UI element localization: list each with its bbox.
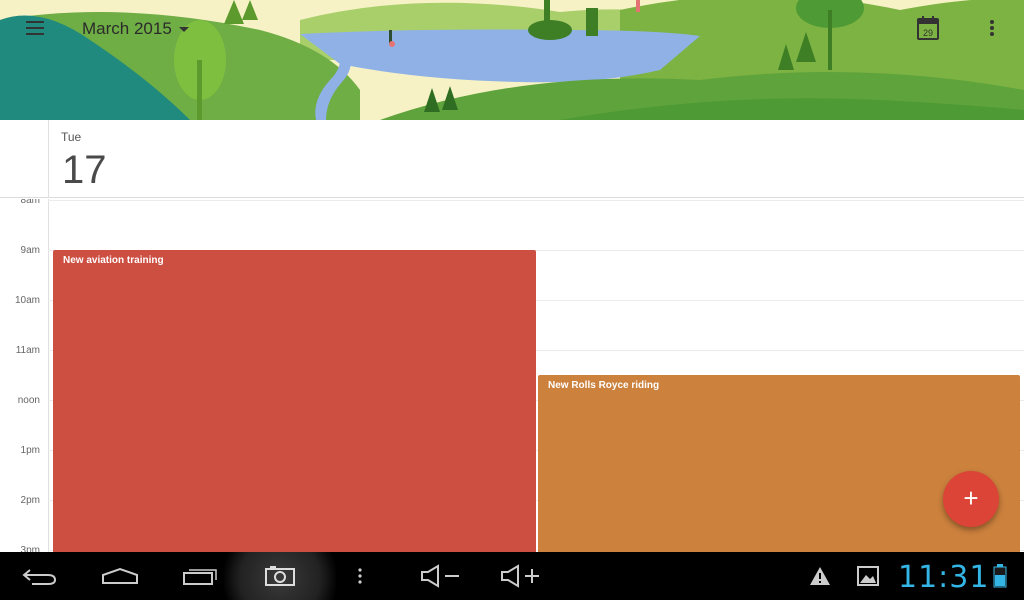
home-button[interactable] [98, 552, 142, 600]
event-rolls-royce-riding[interactable]: New Rolls Royce riding [538, 375, 1020, 552]
event-aviation-training[interactable]: New aviation training [53, 250, 536, 552]
plus-icon: + [963, 483, 979, 513]
system-navigation-bar: 11:31 [0, 552, 1024, 600]
clock[interactable]: 11:31 [898, 560, 989, 595]
hour-label: 9am [20, 245, 40, 256]
hour-label: 3pm [20, 545, 40, 552]
warning-icon [810, 567, 830, 585]
back-button[interactable] [18, 552, 62, 600]
volume-up-icon [501, 564, 539, 588]
today-date: 29 [923, 28, 933, 38]
day-time-grid[interactable]: 8am 9am 10am 11am noon 1pm 2pm 3pm New a… [0, 199, 1024, 552]
day-number[interactable]: 17 [62, 148, 107, 193]
volume-down-button[interactable] [418, 552, 462, 600]
image-icon [857, 566, 879, 586]
hour-label: 11am [15, 345, 40, 356]
day-header: Tue 17 [0, 120, 1024, 198]
volume-down-icon [421, 564, 459, 588]
recent-apps-icon [183, 569, 217, 585]
home-icon [102, 567, 138, 584]
chevron-down-icon [178, 26, 189, 32]
screenshot-button[interactable] [224, 552, 336, 600]
overflow-menu-button[interactable] [974, 10, 1010, 46]
month-label: March 2015 [82, 19, 172, 38]
warning-notification[interactable] [806, 552, 834, 600]
battery-indicator[interactable] [988, 552, 1012, 600]
event-title: New Rolls Royce riding [548, 380, 660, 391]
create-event-button[interactable]: + [943, 471, 999, 527]
volume-up-button[interactable] [498, 552, 542, 600]
hour-line [48, 200, 1024, 201]
more-vert-icon [358, 568, 362, 584]
day-name: Tue [61, 130, 82, 144]
header-illustration: March 2015 29 [0, 0, 1024, 120]
today-button[interactable]: 29 [910, 10, 946, 46]
gallery-notification[interactable] [854, 552, 882, 600]
hour-label: noon [17, 395, 40, 406]
menu-button[interactable] [18, 10, 54, 46]
event-title: New aviation training [63, 255, 164, 266]
system-menu-button[interactable] [350, 552, 370, 600]
hour-label: 8am [20, 199, 40, 206]
back-icon [22, 569, 57, 585]
recent-apps-button[interactable] [178, 552, 222, 600]
camera-icon [265, 566, 295, 586]
menu-icon [26, 21, 44, 35]
month-picker[interactable]: March 2015 [82, 17, 189, 41]
hour-label: 2pm [20, 495, 40, 506]
battery-icon [993, 564, 1007, 588]
calendar-today-icon: 29 [917, 16, 939, 40]
hour-label: 10am [14, 295, 40, 306]
more-vert-icon [990, 20, 994, 36]
hour-label: 1pm [20, 445, 40, 456]
time-gutter-divider [48, 120, 49, 198]
